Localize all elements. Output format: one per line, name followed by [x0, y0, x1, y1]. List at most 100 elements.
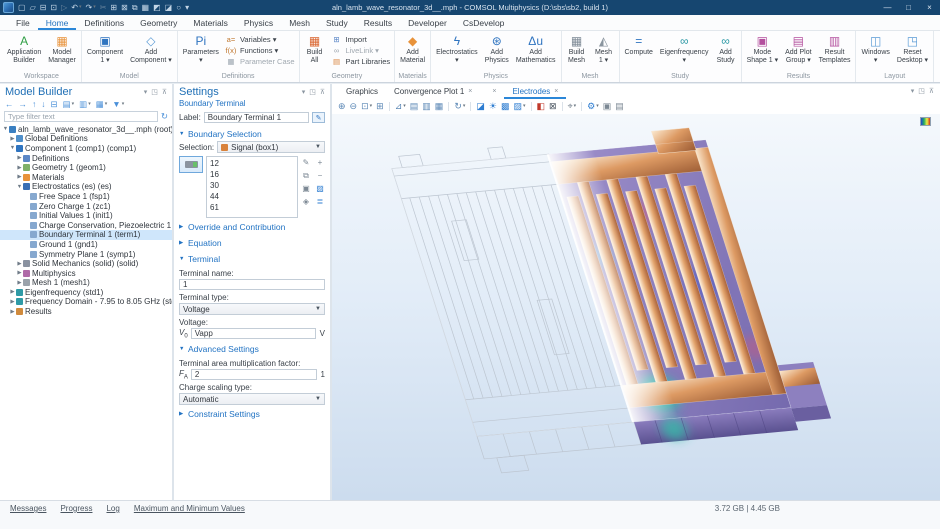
tree-expand-icon[interactable]: ▶	[9, 289, 16, 295]
color-legend-icon[interactable]	[920, 117, 931, 126]
tree-expand-icon[interactable]: ▶	[16, 174, 23, 180]
zoom-out-icon[interactable]: ⊖	[350, 102, 358, 111]
tree-item[interactable]: ▶Solid Mechanics (solid) (solid)	[0, 259, 172, 269]
move-down-icon[interactable]: ↓	[41, 100, 45, 109]
color-table-icon[interactable]: ▨▾	[513, 102, 525, 111]
selection-dropdown[interactable]: Signal (box1) ▼	[217, 141, 325, 153]
application-builder-button[interactable]: AApplication Builder	[4, 32, 44, 72]
menu-definitions[interactable]: Definitions	[76, 15, 132, 30]
component-1-button[interactable]: ▣Component 1 ▾	[84, 32, 126, 72]
charge-scaling-dropdown[interactable]: Automatic ▼	[179, 393, 325, 405]
tree-expand-icon[interactable]: ▶	[16, 280, 23, 286]
selection-input-toggle[interactable]	[179, 156, 203, 173]
menu-materials[interactable]: Materials	[185, 15, 235, 30]
search-icon[interactable]: ○	[176, 0, 181, 15]
boundary-selection-list[interactable]: 1216304461	[206, 156, 298, 218]
add-study-button[interactable]: ∞Add Study	[713, 32, 739, 72]
forward-icon[interactable]: →	[19, 100, 28, 109]
panel-menu-icon[interactable]: ▾	[144, 89, 148, 96]
transparency-icon[interactable]: ◪	[476, 102, 485, 111]
section-override[interactable]: ▶ Override and Contribution	[174, 218, 330, 234]
menu-csdevelop[interactable]: CsDevelop	[455, 15, 513, 30]
tree-expand-icon[interactable]: ▶	[16, 165, 23, 171]
close-tab-icon[interactable]: ×	[492, 88, 496, 95]
view-zx-plane-icon[interactable]: ▦	[435, 102, 444, 111]
tree-item[interactable]: Ground 1 (gnd1)	[0, 240, 172, 250]
selection-attributes-icon[interactable]: ◈	[301, 196, 311, 208]
section-advanced-settings[interactable]: ▼ Advanced Settings	[174, 340, 330, 356]
compute-button[interactable]: =Compute	[622, 32, 656, 72]
tab-convergence-plot-1[interactable]: Convergence Plot 1×	[386, 84, 480, 99]
terminal-name-input[interactable]: 1	[179, 279, 325, 290]
menu-results[interactable]: Results	[356, 15, 400, 30]
panel-menu-icon[interactable]: ▾	[302, 89, 306, 96]
save-as-icon[interactable]: ⊡	[50, 0, 57, 15]
paste-selection-icon[interactable]: ▣	[301, 183, 311, 195]
result-templates-button[interactable]: ▥Result Templates	[816, 32, 854, 72]
clear-solution-icon[interactable]: ◪	[165, 0, 173, 15]
livelink-button[interactable]: ∞LiveLink ▾	[331, 46, 391, 56]
show-options-icon[interactable]: ▥▾	[79, 100, 91, 109]
filter-input[interactable]: Type filter text	[4, 111, 158, 122]
create-selection-icon[interactable]: ✎	[301, 157, 311, 169]
tree-item[interactable]: ▶Global Definitions	[0, 134, 172, 144]
factor-input[interactable]: 2	[191, 369, 317, 380]
statusbar-link-messages[interactable]: Messages	[10, 504, 46, 513]
eigenfrequency-button[interactable]: ∞Eigenfrequency ▾	[657, 32, 712, 72]
view-xy-plane-icon[interactable]: ▤	[410, 102, 419, 111]
move-up-icon[interactable]: ↑	[32, 100, 36, 109]
tree-expand-icon[interactable]: ▶	[16, 155, 23, 161]
tree-item[interactable]: ▶Mesh 1 (mesh1)	[0, 278, 172, 288]
selection-list-value[interactable]: 44	[210, 191, 294, 202]
terminal-type-dropdown[interactable]: Voltage ▼	[179, 303, 325, 315]
selection-list-value[interactable]: 30	[210, 180, 294, 191]
menu-physics[interactable]: Physics	[236, 15, 281, 30]
tree-item[interactable]: ▼Component 1 (comp1) (comp1)	[0, 144, 172, 154]
scene-light-icon[interactable]: ☀	[489, 102, 497, 111]
lock-axis-icon[interactable]: ⊠	[549, 102, 557, 111]
add-physics-button[interactable]: ⊛Add Physics	[482, 32, 512, 72]
collapse-all-icon[interactable]: ⊟	[51, 100, 58, 109]
material-rendering-icon[interactable]: ◧	[537, 102, 546, 111]
tree-item[interactable]: ▼aln_lamb_wave_resonator_3d__.mph (root)	[0, 125, 172, 135]
duplicate-icon[interactable]: ⧉	[132, 0, 138, 15]
tab-graphics[interactable]: Graphics	[338, 84, 386, 99]
remove-from-selection-icon[interactable]: −	[315, 170, 325, 182]
graphics-viewport[interactable]	[332, 114, 940, 500]
open-file-icon[interactable]: ▱	[30, 0, 36, 15]
rotate-view-icon[interactable]: ↻▾	[454, 102, 465, 111]
add-to-selection-icon[interactable]: +	[315, 157, 325, 169]
copy-selection-icon[interactable]: ⧉	[301, 170, 311, 182]
tree-collapse-icon[interactable]: ▼	[16, 184, 23, 190]
tree-expand-icon[interactable]: ▶	[9, 136, 16, 142]
tab-electrodes[interactable]: Electrodes×	[504, 84, 566, 99]
menu-file[interactable]: File	[8, 15, 38, 30]
float-panel-icon[interactable]: ◳	[309, 89, 316, 96]
tree-item[interactable]: Charge Conservation, Piezoelectric 1 (cc…	[0, 220, 172, 230]
filter-options-icon[interactable]: ▼▾	[112, 100, 124, 109]
mesh-1-button[interactable]: ◭Mesh 1 ▾	[591, 32, 617, 72]
tree-item[interactable]: Initial Values 1 (init1)	[0, 211, 172, 221]
sort-options-icon[interactable]: ▦▾	[96, 100, 108, 109]
delete-icon[interactable]: ▦	[142, 0, 150, 15]
select-mode-icon[interactable]: ⌖▾	[568, 102, 577, 111]
selection-list-value[interactable]: 61	[210, 202, 294, 213]
menu-mesh[interactable]: Mesh	[281, 15, 318, 30]
undo-icon[interactable]: ↶▾	[71, 0, 81, 15]
print-icon[interactable]: ▤	[615, 102, 624, 111]
update-solution-icon[interactable]: ◩	[153, 0, 161, 15]
tree-item[interactable]: ▶Frequency Domain - 7.95 to 8.05 GHz (st…	[0, 297, 172, 307]
tree-expand-icon[interactable]: ▶	[16, 270, 23, 276]
zoom-to-selection-icon[interactable]: ▨	[315, 183, 325, 195]
new-file-icon[interactable]: ▢	[18, 0, 26, 15]
view-settings-icon[interactable]: ⚙▾	[587, 102, 599, 111]
tree-item[interactable]: ▶Definitions	[0, 153, 172, 163]
redo-icon[interactable]: ↷▾	[86, 0, 96, 15]
tree-item[interactable]: ▶Multiphysics	[0, 268, 172, 278]
tree-item[interactable]: Symmetry Plane 1 (symp1)	[0, 249, 172, 259]
rename-label-icon[interactable]: ✎	[312, 112, 325, 123]
variables-button[interactable]: a=Variables ▾	[225, 35, 295, 45]
tree-item[interactable]: Zero Charge 1 (zc1)	[0, 201, 172, 211]
tree-item[interactable]: Boundary Terminal 1 (term1)	[0, 230, 172, 240]
environment-reflections-icon[interactable]: ▩	[501, 102, 510, 111]
